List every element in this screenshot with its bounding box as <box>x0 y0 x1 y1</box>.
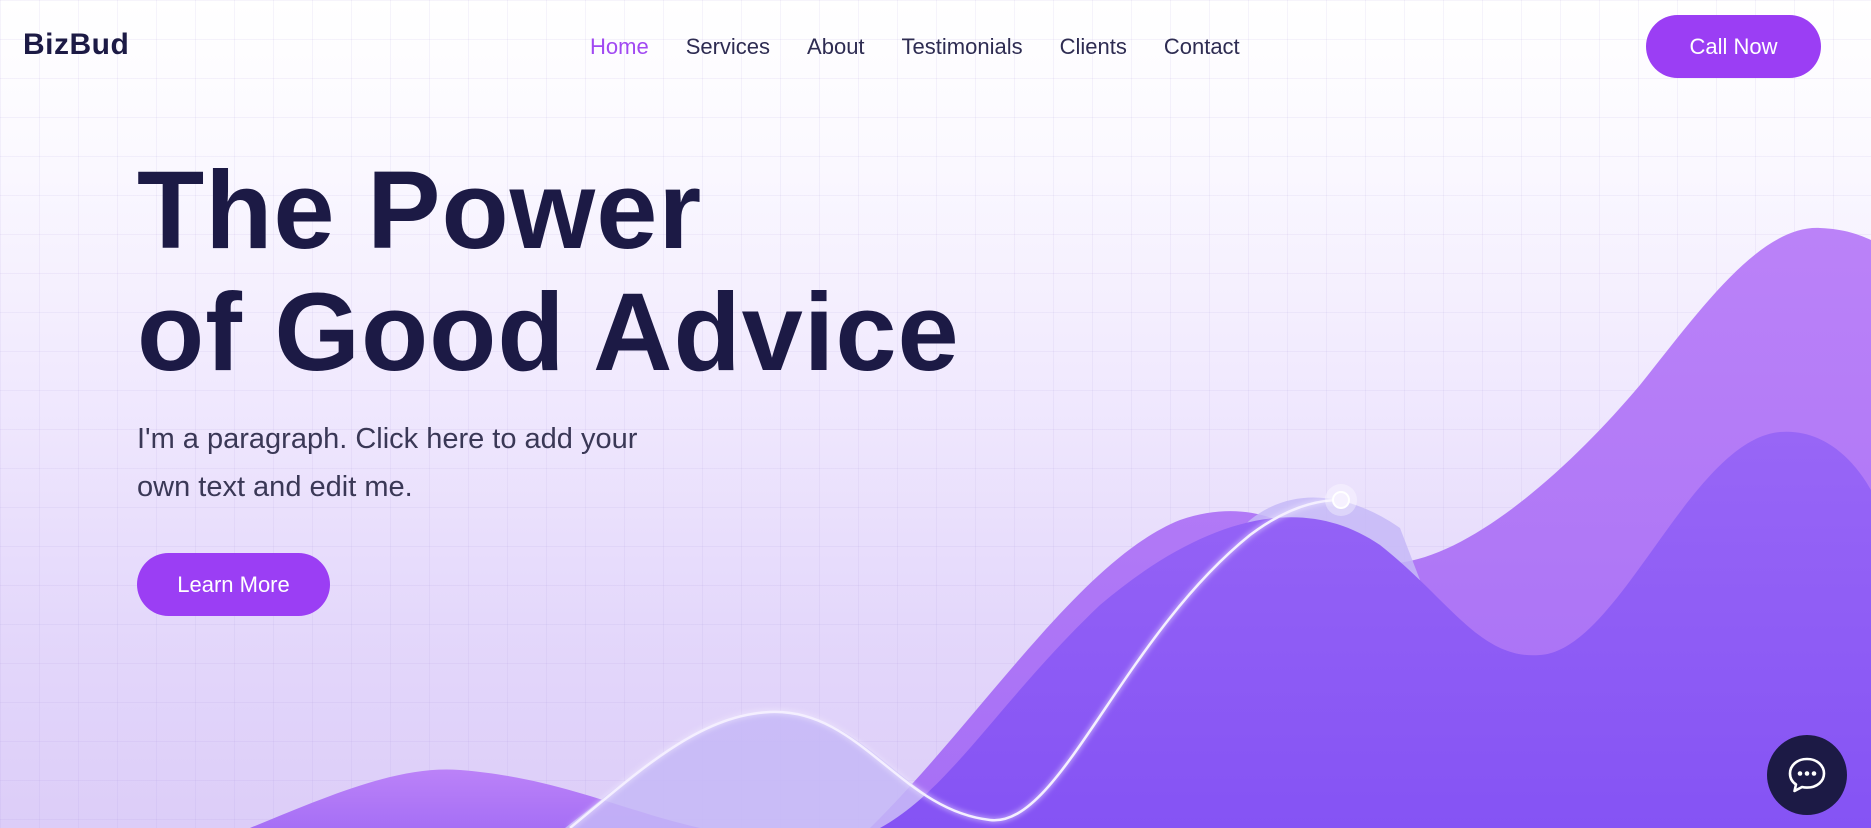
wave-chart-decoration <box>250 227 1871 828</box>
wave-front-dark-layer <box>880 431 1871 828</box>
hero-title-line-1: The Power <box>137 149 703 272</box>
nav-item-about[interactable]: About <box>807 34 865 60</box>
page: BizBud Home Services About Testimonials … <box>0 0 1871 828</box>
hero-title: The Power of Good Advice <box>137 150 960 394</box>
main-nav: Home Services About Testimonials Clients… <box>590 34 1240 60</box>
nav-item-testimonials[interactable]: Testimonials <box>902 34 1023 60</box>
nav-item-home[interactable]: Home <box>590 34 649 60</box>
brand-logo[interactable]: BizBud <box>23 28 129 62</box>
chat-bubble-icon <box>1788 757 1826 793</box>
learn-more-button[interactable]: Learn More <box>137 553 330 616</box>
chart-point-dot <box>1332 491 1350 509</box>
site-header: BizBud Home Services About Testimonials … <box>0 0 1871 94</box>
chat-button[interactable] <box>1767 735 1847 815</box>
nav-item-contact[interactable]: Contact <box>1164 34 1240 60</box>
nav-item-clients[interactable]: Clients <box>1060 34 1127 60</box>
call-now-button[interactable]: Call Now <box>1646 15 1821 78</box>
hero-title-line-2: of Good Advice <box>137 271 960 394</box>
nav-item-services[interactable]: Services <box>686 34 770 60</box>
hero-paragraph: I'm a paragraph. Click here to add your … <box>137 423 638 503</box>
